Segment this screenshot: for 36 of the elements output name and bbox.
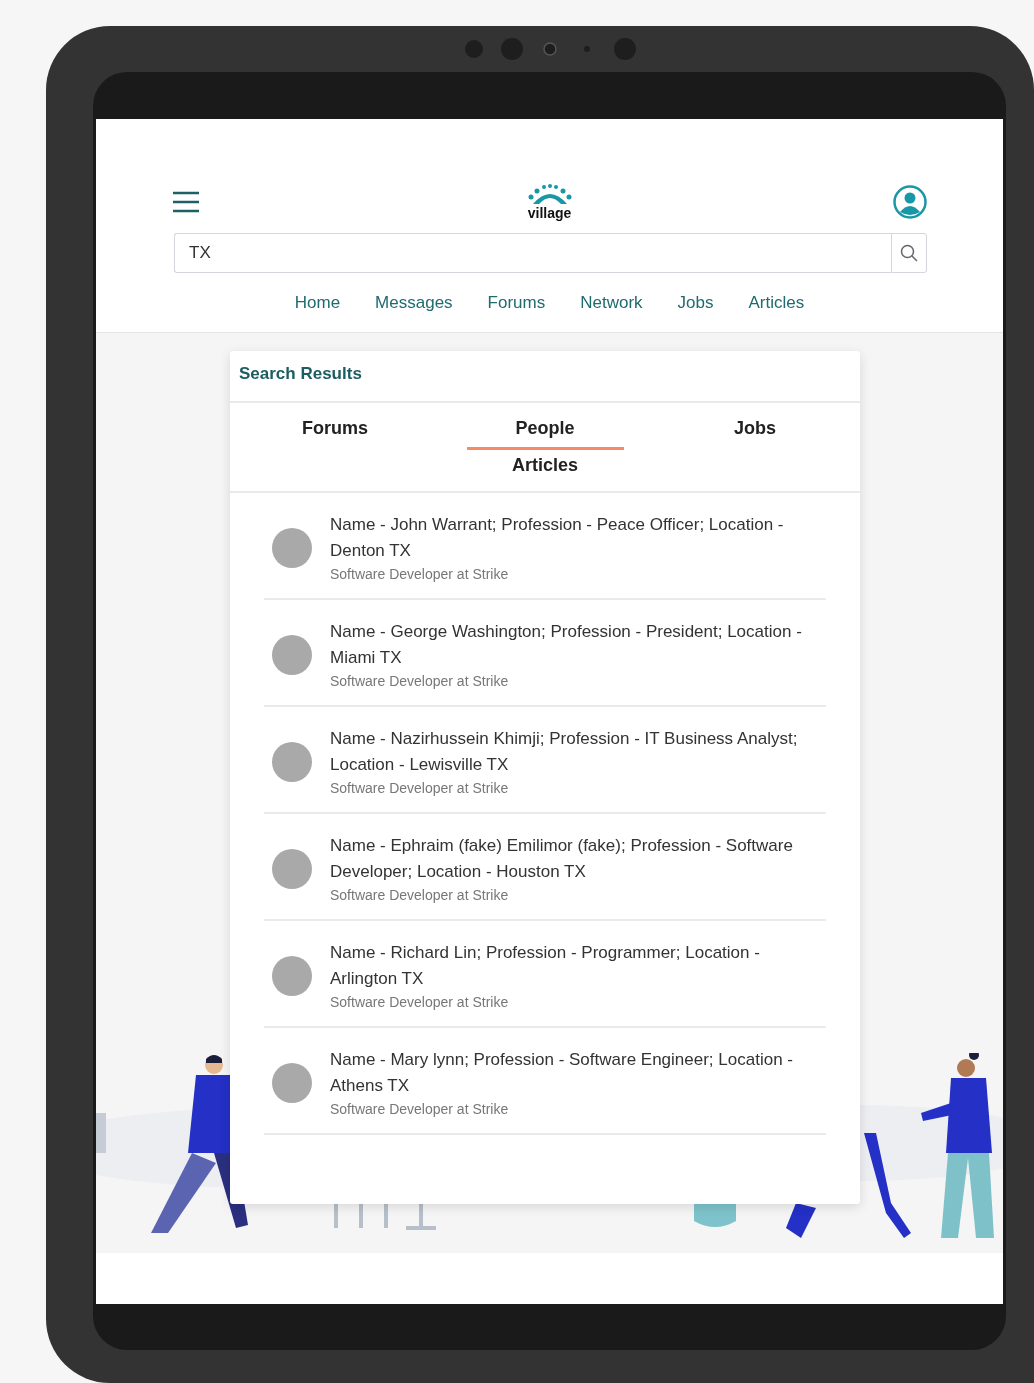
nav-link[interactable]: Messages — [375, 290, 453, 316]
avatar — [272, 741, 312, 782]
person-summary[interactable]: Name - John Warrant; Profession - Peace Officer; Location - Denton TX — [330, 511, 818, 564]
person-summary[interactable]: Name - Ephraim (fake) Emilimor (fake); Profession - Software Developer; Location - Houston TX — [330, 832, 818, 885]
person-subtitle: Software Developer at Strike — [330, 671, 510, 691]
search-field[interactable]: TX — [174, 233, 891, 273]
search-button[interactable] — [891, 233, 927, 273]
search-icon — [900, 244, 918, 262]
person-summary[interactable]: Name - Richard Lin; Profession - Programmer; Location - Arlington TX — [330, 939, 818, 992]
person-summary[interactable]: Name - George Washington; Profession - President; Location - Miami TX — [330, 618, 818, 671]
person-summary[interactable]: Name - Mary lynn; Profession - Software Engineer; Location - Athens TX — [330, 1046, 818, 1099]
avatar — [272, 527, 312, 568]
avatar — [272, 634, 312, 675]
nav-link[interactable]: Forums — [487, 290, 546, 316]
tab[interactable]: Articles — [466, 450, 624, 487]
logo-text: village — [527, 205, 572, 221]
logo-icon — [526, 183, 573, 206]
card-title: Search Results — [230, 351, 860, 403]
menu-icon[interactable] — [172, 191, 200, 213]
nav-link[interactable]: Home — [294, 290, 341, 316]
person-subtitle: Software Developer at Strike — [330, 885, 510, 905]
avatar — [272, 1062, 312, 1103]
person-subtitle: Software Developer at Strike — [330, 564, 510, 584]
person-summary[interactable]: Name - Nazirhussein Khimji; Profession - IT Business Analyst; Location - Lewisville TX — [330, 725, 818, 778]
tab[interactable]: Forums — [256, 409, 414, 450]
nav-link[interactable]: Jobs — [677, 290, 714, 316]
tab[interactable]: People — [466, 409, 624, 450]
person-subtitle: Software Developer at Strike — [330, 992, 510, 1012]
avatar — [272, 955, 312, 996]
avatar — [272, 848, 312, 889]
tab[interactable]: Jobs — [676, 409, 834, 450]
profile-icon[interactable] — [893, 185, 927, 219]
nav-link[interactable]: Network — [580, 290, 643, 316]
person-subtitle: Software Developer at Strike — [330, 778, 510, 798]
nav-link[interactable]: Articles — [748, 290, 805, 316]
person-subtitle: Software Developer at Strike — [330, 1099, 510, 1119]
